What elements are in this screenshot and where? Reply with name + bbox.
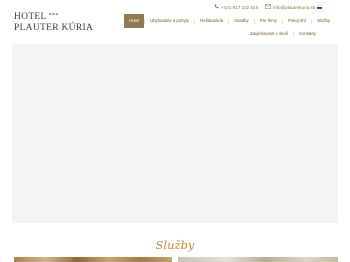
nav-item-pre-firmy[interactable]: Pre firmy	[255, 14, 282, 28]
secondary-nav: Zaujímavosti v okolí | Kontakty	[245, 30, 321, 38]
slovak-flag-icon[interactable]	[317, 4, 322, 10]
logo-stars: ***	[48, 13, 59, 19]
logo-line-2: PLAUTER KÚRIA	[14, 23, 94, 33]
contact-bar: +421 917 232 545 info@plauterkuria.sk	[214, 4, 315, 10]
nav-item-sluzby[interactable]: Služby	[312, 14, 335, 28]
email-icon	[265, 4, 272, 10]
hero-image-placeholder	[12, 44, 338, 223]
hotel-logo[interactable]: HOTEL *** PLAUTER KÚRIA	[14, 11, 93, 34]
main-nav: Hotel | Ubytovanie a pobyty | Reštauráci…	[124, 14, 335, 28]
service-image-left[interactable]	[14, 257, 172, 262]
nav-item-pokoj-dni[interactable]: Pokoj dní	[283, 14, 311, 28]
nav-item-kontakty[interactable]: Kontakty	[294, 30, 321, 38]
phone-icon	[214, 4, 219, 10]
nav-item-hotel[interactable]: Hotel	[124, 14, 145, 28]
nav-item-zaujimavosti[interactable]: Zaujímavosti v okolí	[245, 30, 293, 38]
logo-hotel-text: HOTEL	[14, 12, 47, 22]
logo-line-1: HOTEL ***	[14, 11, 93, 23]
phone-link[interactable]: +421 917 232 545	[221, 5, 258, 10]
service-image-right[interactable]	[178, 257, 338, 262]
section-title: Služby	[155, 238, 195, 252]
nav-item-restauracia[interactable]: Reštaurácia	[195, 14, 228, 28]
nav-item-svadby[interactable]: Svadby	[229, 14, 253, 28]
email-link[interactable]: info@plauterkuria.sk	[273, 5, 315, 10]
nav-item-ubytovanie[interactable]: Ubytovanie a pobyty	[145, 14, 194, 28]
